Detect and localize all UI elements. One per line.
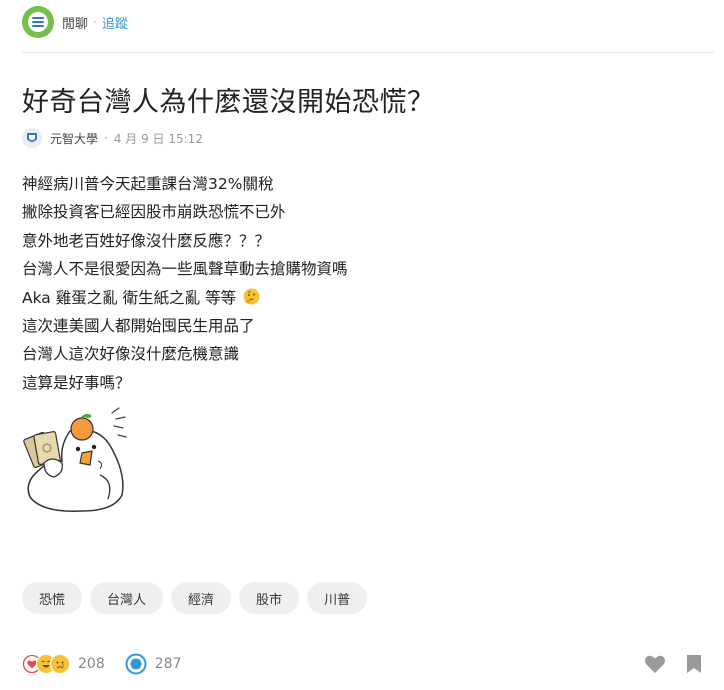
author-name[interactable]: 元智大學 xyxy=(50,130,98,147)
post-line: 台灣人不是很愛因為一些風聲草動去搶購物資嗎 xyxy=(22,260,348,279)
post-line: 撇除投資客已經因股市崩跌恐慌不已外 xyxy=(22,203,286,222)
board-name[interactable]: 閒聊 xyxy=(62,13,88,32)
post-body: 神經病川普今天起重課台灣32%關稅 撇除投資客已經因股市崩跌恐慌不已外 意外地老… xyxy=(22,170,348,397)
post-line-with-emoji: Aka 雞蛋之亂 衛生紙之亂 等等 xyxy=(22,284,348,312)
comment-button[interactable]: 287 xyxy=(125,653,182,675)
post-line: 這次連美國人都開始囤民生用品了 xyxy=(22,317,255,336)
heart-icon[interactable] xyxy=(644,654,666,674)
tag-chip[interactable]: 股市 xyxy=(239,582,300,614)
thinking-face-icon xyxy=(243,286,260,305)
chicken-money-sticker-icon xyxy=(22,405,130,515)
tag-list: 恐慌 台灣人 經濟 股市 川普 xyxy=(22,582,368,614)
tag-chip[interactable]: 川普 xyxy=(307,582,368,614)
comment-count: 287 xyxy=(154,656,182,672)
follow-button[interactable]: 追蹤 xyxy=(102,13,128,32)
comment-icon xyxy=(125,653,147,675)
bookmark-icon[interactable] xyxy=(686,654,702,674)
post-time: 4 月 9 日 15:12 xyxy=(113,131,203,146)
post-actions xyxy=(644,652,702,676)
tag-chip[interactable]: 恐慌 xyxy=(22,582,83,614)
separator-dot: · xyxy=(93,15,97,29)
post-line: 這算是好事嗎？ xyxy=(22,373,131,392)
post-line-text: Aka 雞蛋之亂 衛生紙之亂 等等 xyxy=(22,288,237,307)
post-title: 好奇台灣人為什麼還沒開始恐慌？ xyxy=(22,87,435,118)
separator-dot: · xyxy=(104,131,108,145)
sad-reaction-icon xyxy=(50,654,70,674)
tag-chip[interactable]: 經濟 xyxy=(171,582,232,614)
chat-board-icon[interactable] xyxy=(22,6,54,38)
post-line: 神經病川普今天起重課台灣32%關稅 xyxy=(22,175,274,193)
tag-chip[interactable]: 台灣人 xyxy=(90,582,164,614)
board-header: 閒聊 · 追蹤 xyxy=(22,6,128,38)
school-avatar-icon[interactable] xyxy=(22,128,42,148)
post-line: 意外地老百姓好像沒什麼反應？？？ xyxy=(22,231,271,250)
post-footer: 208 287 xyxy=(22,652,181,676)
reaction-summary[interactable] xyxy=(22,654,70,674)
post-meta: 元智大學 · 4 月 9 日 15:12 xyxy=(22,127,203,149)
reaction-count: 208 xyxy=(78,656,105,672)
post-line: 台灣人這次好像沒什麼危機意識 xyxy=(22,345,240,364)
header-divider xyxy=(22,52,714,53)
